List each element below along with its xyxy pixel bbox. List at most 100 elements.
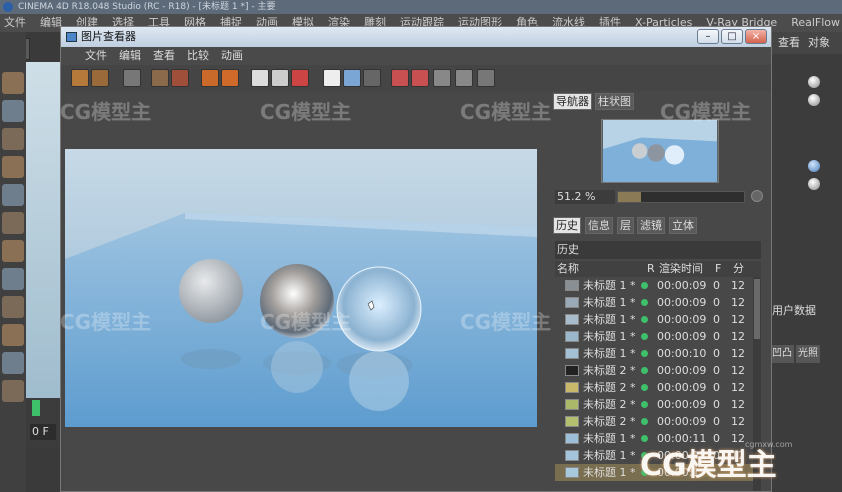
render-icon[interactable] — [171, 69, 189, 87]
info-icon[interactable] — [477, 69, 495, 87]
history-row[interactable]: 未标题 2 * 00:00:09 0 12 — [555, 413, 753, 430]
stop-icon[interactable] — [201, 69, 219, 87]
cube-icon[interactable] — [2, 72, 24, 94]
viewer-menu-item[interactable]: 查看 — [153, 47, 175, 65]
tab-filter[interactable]: 滤镜 — [637, 217, 665, 234]
ab-compare-icon[interactable] — [251, 69, 269, 87]
swap-icon[interactable] — [433, 69, 451, 87]
frame-field[interactable]: 0 F — [30, 424, 56, 440]
history-row[interactable]: 未标题 1 * 00:00:10 0 12 — [555, 345, 753, 362]
right-tab[interactable]: 查看 — [778, 32, 800, 54]
scene-icon[interactable] — [2, 184, 24, 206]
tag-icon[interactable] — [2, 268, 24, 290]
history-dist: 12 — [731, 364, 745, 377]
view-single-icon[interactable] — [323, 69, 341, 87]
set-b-icon[interactable] — [411, 69, 429, 87]
history-name: 未标题 1 * — [583, 313, 636, 326]
zoom-slider[interactable] — [617, 191, 745, 203]
col-dist[interactable]: 分 — [733, 261, 744, 277]
history-thumbnail — [565, 280, 579, 291]
history-thumbnail — [565, 331, 579, 342]
tab-info[interactable]: 信息 — [585, 217, 613, 234]
col-time[interactable]: 渲染时间 — [659, 261, 703, 277]
history-row[interactable]: 未标题 2 * 00:00:09 0 12 — [555, 396, 753, 413]
difference-icon[interactable] — [455, 69, 473, 87]
app-menu-item[interactable]: RealFlow — [791, 14, 840, 32]
history-thumbnail — [565, 382, 579, 393]
snapshot-icon[interactable] — [271, 69, 289, 87]
history-name: 未标题 2 * — [583, 381, 636, 394]
tab-navigator[interactable]: 导航器 — [553, 93, 592, 110]
col-name[interactable]: 名称 — [557, 261, 579, 277]
copy-icon[interactable] — [123, 69, 141, 87]
zoom-value[interactable]: 51.2 % — [555, 190, 615, 204]
history-row[interactable]: 未标题 1 * 00:00:09 0 12 — [555, 311, 753, 328]
maximize-button[interactable]: □ — [721, 29, 743, 44]
tab-history[interactable]: 历史 — [553, 217, 581, 234]
right-panel-header: 查看 对象 — [770, 32, 842, 54]
render-area — [65, 93, 549, 491]
history-row[interactable]: 未标题 2 * 00:00:09 0 12 — [555, 379, 753, 396]
minimize-button[interactable]: – — [697, 29, 719, 44]
app-menu-item[interactable]: 编辑 — [40, 14, 62, 32]
viewer-menu-item[interactable]: 编辑 — [119, 47, 141, 65]
viewer-menu-bar: 文件 编辑 查看 比较 动画 — [61, 47, 771, 65]
open-icon[interactable] — [71, 69, 89, 87]
mograph-icon[interactable] — [2, 324, 24, 346]
user-data-label[interactable]: 用户数据 — [770, 302, 842, 320]
frame-marker[interactable] — [32, 400, 40, 416]
spline-icon[interactable] — [2, 100, 24, 122]
history-row[interactable]: 未标题 1 * 00:00:09 0 12 — [555, 328, 753, 345]
navigator-thumbnail[interactable] — [601, 119, 719, 183]
history-name: 未标题 1 * — [583, 466, 636, 479]
scrollbar-thumb[interactable] — [754, 279, 760, 339]
history-time: 00:00:09 — [657, 296, 707, 309]
material-ball-icon[interactable] — [808, 94, 820, 106]
history-row[interactable]: 未标题 1 * 00:00:09 0 12 — [555, 277, 753, 294]
history-thumbnail — [565, 348, 579, 359]
right-tab[interactable]: 对象 — [808, 32, 830, 54]
history-thumbnail — [565, 365, 579, 376]
magnet-icon[interactable] — [2, 352, 24, 374]
zoom-reset-button[interactable] — [751, 190, 763, 202]
sculpt-icon[interactable] — [2, 296, 24, 318]
render-all-icon[interactable] — [221, 69, 239, 87]
clear-icon[interactable] — [291, 69, 309, 87]
floor-icon[interactable] — [2, 380, 24, 402]
view-split-icon[interactable] — [343, 69, 361, 87]
cinema4d-logo-icon — [3, 2, 13, 12]
col-f[interactable]: F — [715, 261, 721, 277]
light-icon[interactable] — [2, 240, 24, 262]
zoom-slider-fill — [618, 192, 641, 202]
history-dist: 12 — [731, 279, 745, 292]
viewer-menu-item[interactable]: 比较 — [187, 47, 209, 65]
save-icon[interactable] — [91, 69, 109, 87]
deformer-icon[interactable] — [2, 156, 24, 178]
material-ball-icon[interactable] — [808, 160, 820, 172]
history-name: 未标题 1 * — [583, 449, 636, 462]
set-a-icon[interactable] — [391, 69, 409, 87]
picture-viewer-window: 图片查看器 – □ × 文件 编辑 查看 比较 动画 导航器 柱状图 51.2 … — [60, 26, 772, 492]
nurbs-icon[interactable] — [2, 128, 24, 150]
col-r[interactable]: R — [647, 261, 655, 277]
right-subtab[interactable]: 凹凸 — [770, 345, 794, 363]
right-subtab[interactable]: 光照 — [796, 345, 820, 363]
rendered-image[interactable] — [65, 149, 537, 427]
material-ball-icon[interactable] — [808, 178, 820, 190]
camera-icon[interactable] — [2, 212, 24, 234]
screen: CINEMA 4D R18.048 Studio (RC - R18) - [未… — [0, 0, 842, 492]
tab-stereo[interactable]: 立体 — [669, 217, 697, 234]
tab-layer[interactable]: 层 — [617, 217, 634, 234]
viewer-menu-item[interactable]: 文件 — [85, 47, 107, 65]
history-time: 00:00:09 — [657, 330, 707, 343]
app-menu-item[interactable]: 文件 — [4, 14, 26, 32]
history-row[interactable]: 未标题 2 * 00:00:09 0 12 — [555, 362, 753, 379]
render-region-icon[interactable] — [151, 69, 169, 87]
view-grid-icon[interactable] — [363, 69, 381, 87]
material-ball-icon[interactable] — [808, 76, 820, 88]
window-title: 图片查看器 — [81, 30, 136, 43]
history-row[interactable]: 未标题 1 * 00:00:09 0 12 — [555, 294, 753, 311]
viewer-menu-item[interactable]: 动画 — [221, 47, 243, 65]
tab-histogram[interactable]: 柱状图 — [595, 93, 634, 110]
close-button[interactable]: × — [745, 29, 767, 44]
